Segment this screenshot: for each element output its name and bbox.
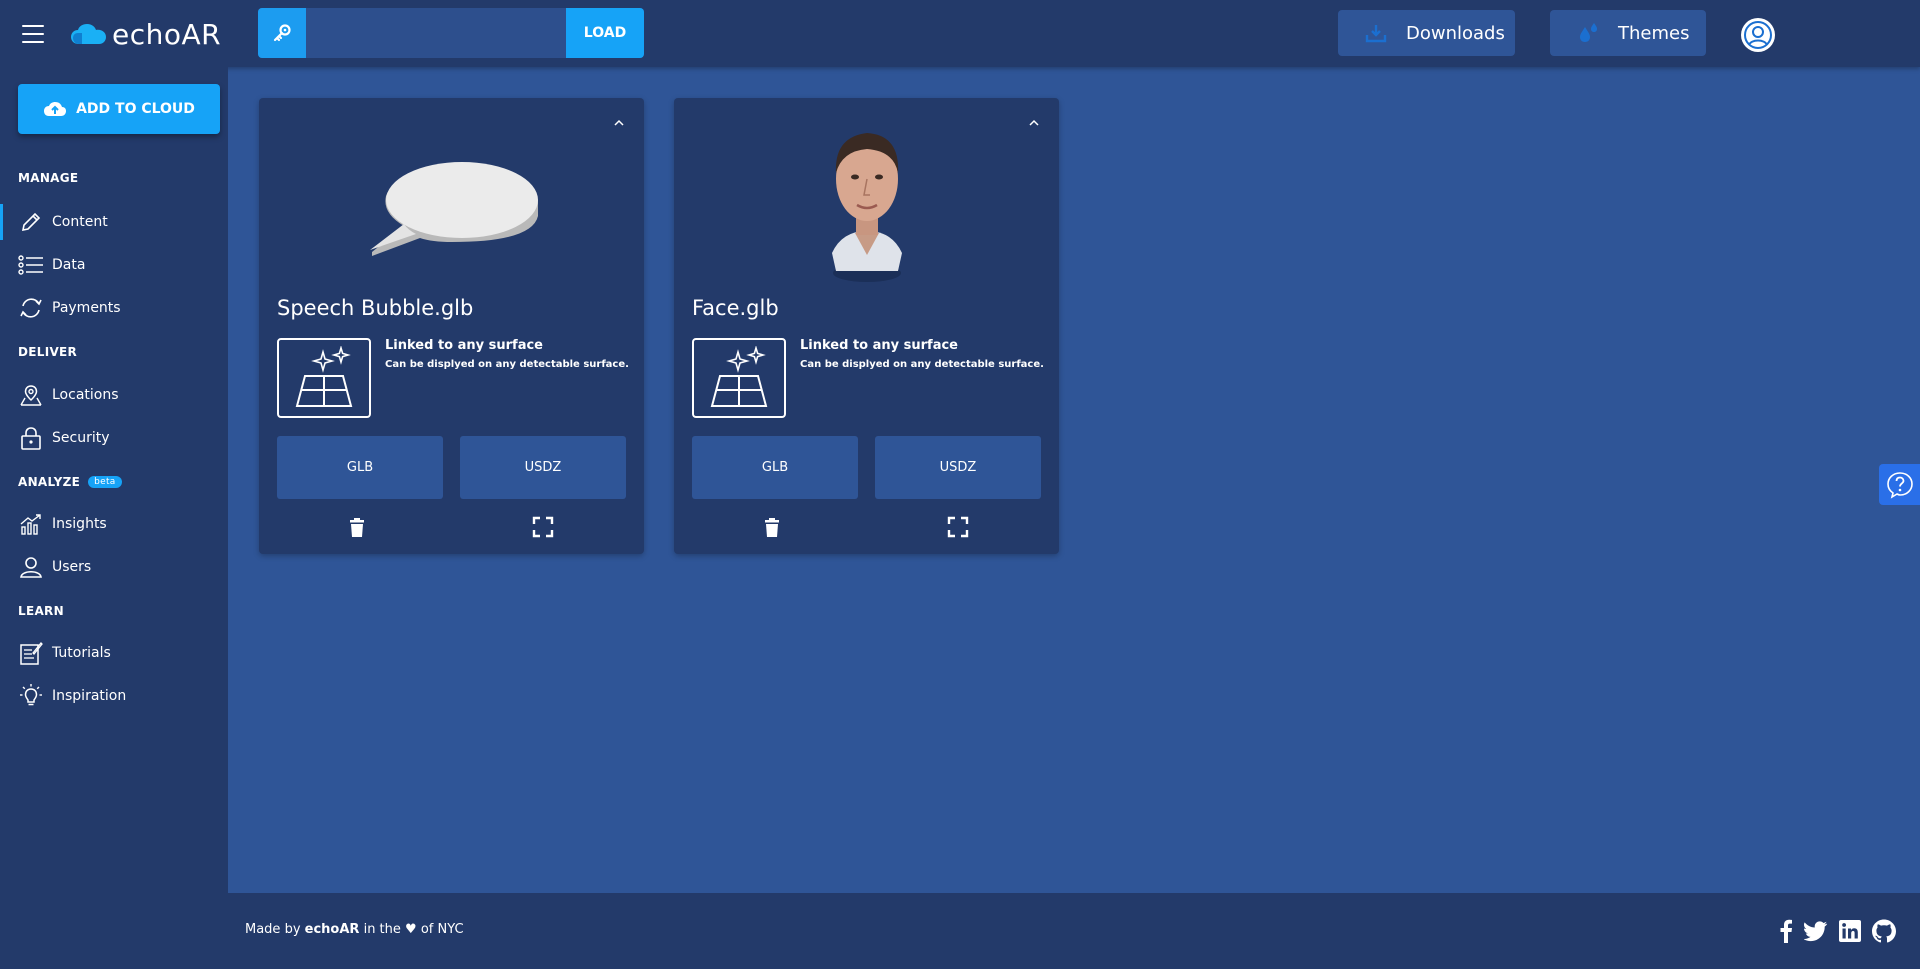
usdz-button[interactable]: USDZ — [875, 436, 1041, 499]
sidebar: ADD TO CLOUD MANAGE Content Data Payment… — [0, 67, 228, 893]
sidebar-item-label: Data — [52, 257, 86, 273]
fullscreen-icon[interactable] — [947, 516, 969, 538]
api-key-box: LOAD — [258, 8, 644, 58]
sidebar-item-label: Payments — [52, 300, 121, 316]
link-description: Can be displyed on any detectable surfac… — [385, 359, 629, 370]
model-preview[interactable] — [259, 108, 644, 288]
section-deliver: DELIVER — [18, 345, 78, 359]
footer-credit: Made by echoAR in the ♥ of NYC — [245, 922, 464, 937]
logo[interactable]: echoAR — [70, 17, 222, 51]
add-to-cloud-label: ADD TO CLOUD — [76, 101, 195, 117]
download-icon — [1364, 21, 1388, 45]
footer-prefix: Made by — [245, 922, 301, 937]
beta-badge: beta — [88, 476, 122, 488]
downloads-label: Downloads — [1406, 22, 1505, 44]
footer-middle: in the — [363, 922, 401, 937]
top-bar: echoAR LOAD Downloads Themes — [0, 0, 1920, 67]
downloads-button[interactable]: Downloads — [1338, 10, 1515, 56]
list-icon — [18, 252, 44, 278]
themes-label: Themes — [1618, 22, 1690, 44]
key-icon — [258, 8, 306, 58]
face-model — [831, 133, 902, 282]
lightbulb-icon — [18, 683, 44, 709]
cloud-upload-icon — [44, 102, 67, 116]
glb-button[interactable]: GLB — [692, 436, 858, 499]
section-analyze: ANALYZE beta — [18, 475, 122, 489]
fullscreen-icon[interactable] — [532, 516, 554, 538]
user-icon — [18, 554, 44, 580]
sidebar-item-data[interactable]: Data — [0, 247, 228, 283]
sidebar-item-label: Tutorials — [52, 645, 111, 661]
asset-title: Face.glb — [692, 296, 779, 320]
sidebar-item-label: Security — [52, 430, 110, 446]
paint-drop-icon — [1576, 21, 1600, 45]
map-pin-icon — [18, 382, 44, 408]
sidebar-item-label: Insights — [52, 516, 107, 532]
section-learn: LEARN — [18, 604, 64, 618]
bar-chart-icon — [18, 511, 44, 537]
sidebar-item-label: Inspiration — [52, 688, 127, 704]
hamburger-icon[interactable] — [22, 25, 44, 43]
asset-title: Speech Bubble.glb — [277, 296, 474, 320]
sidebar-item-label: Users — [52, 559, 92, 575]
footer-brand-link[interactable]: echoAR — [305, 922, 360, 937]
notepad-icon — [18, 640, 44, 666]
pencil-icon — [18, 209, 44, 235]
refresh-icon — [18, 295, 44, 321]
logo-text: echoAR — [112, 17, 222, 51]
link-description: Can be displyed on any detectable surfac… — [800, 359, 1044, 370]
surface-anchor-icon — [277, 338, 371, 418]
facebook-icon[interactable] — [1774, 919, 1798, 943]
help-icon — [1886, 471, 1913, 499]
speech-bubble-model — [369, 162, 538, 256]
sidebar-item-insights[interactable]: Insights — [0, 506, 228, 542]
footer-suffix: of NYC — [420, 922, 464, 937]
link-title: Linked to any surface — [800, 338, 958, 353]
github-icon[interactable] — [1872, 919, 1896, 943]
api-key-input[interactable] — [306, 8, 566, 58]
linkedin-icon[interactable] — [1838, 919, 1862, 943]
trash-icon[interactable] — [346, 516, 368, 538]
sidebar-item-users[interactable]: Users — [0, 549, 228, 585]
link-title: Linked to any surface — [385, 338, 543, 353]
user-avatar-icon[interactable] — [1741, 18, 1775, 52]
trash-icon[interactable] — [761, 516, 783, 538]
asset-card: Speech Bubble.glb Linked to any surface … — [259, 98, 644, 554]
sidebar-item-locations[interactable]: Locations — [0, 377, 228, 413]
add-to-cloud-button[interactable]: ADD TO CLOUD — [18, 84, 220, 134]
usdz-button[interactable]: USDZ — [460, 436, 626, 499]
themes-button[interactable]: Themes — [1550, 10, 1706, 56]
model-preview[interactable] — [674, 108, 1059, 288]
help-button[interactable] — [1879, 464, 1920, 505]
glb-button[interactable]: GLB — [277, 436, 443, 499]
asset-card: Face.glb Linked to any surface Can be di… — [674, 98, 1059, 554]
section-analyze-label: ANALYZE — [18, 475, 81, 489]
section-manage: MANAGE — [18, 171, 79, 185]
sidebar-item-tutorials[interactable]: Tutorials — [0, 635, 228, 671]
sidebar-item-security[interactable]: Security — [0, 420, 228, 456]
load-button[interactable]: LOAD — [566, 8, 644, 58]
sidebar-item-content[interactable]: Content — [0, 204, 228, 240]
lock-icon — [18, 425, 44, 451]
surface-anchor-icon — [692, 338, 786, 418]
logo-cloud-icon — [71, 24, 106, 44]
heart-icon: ♥ — [405, 922, 417, 937]
sidebar-item-label: Locations — [52, 387, 119, 403]
sidebar-item-payments[interactable]: Payments — [0, 290, 228, 326]
twitter-icon[interactable] — [1804, 919, 1828, 943]
sidebar-item-label: Content — [52, 214, 108, 230]
footer: Made by echoAR in the ♥ of NYC — [0, 893, 1920, 969]
sidebar-item-inspiration[interactable]: Inspiration — [0, 678, 228, 714]
